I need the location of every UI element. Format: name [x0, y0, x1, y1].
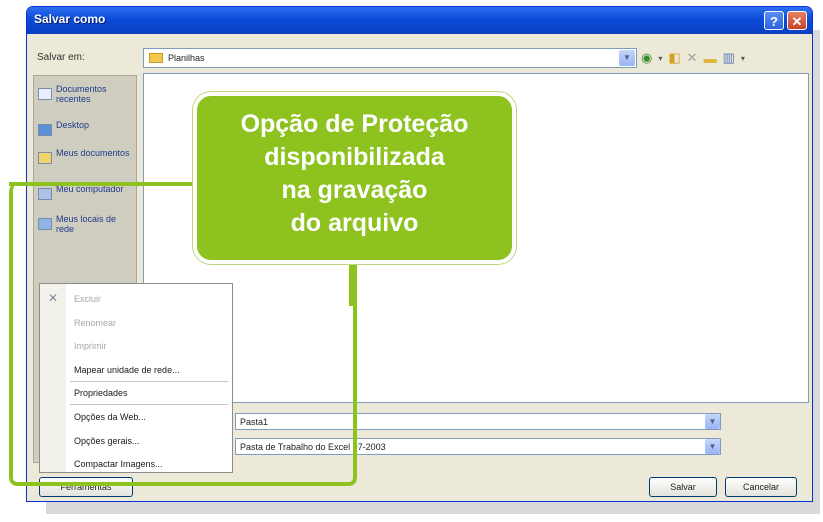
place-label: Documentos recentes [56, 84, 107, 104]
chevron-down-icon[interactable]: ▼ [619, 50, 635, 66]
callout-box: Opção de Proteção disponibilizada na gra… [193, 92, 516, 264]
save-in-label: Salvar em: [37, 52, 85, 63]
folder-icon [149, 53, 163, 63]
callout-connector [349, 262, 354, 306]
callout-line-1: Opção de Proteção [240, 110, 469, 138]
up-folder-icon[interactable]: ◧ [668, 50, 680, 66]
back-icon[interactable]: ◉ [641, 50, 652, 66]
help-button[interactable]: ? [764, 11, 784, 30]
highlight-bracket-top [9, 182, 195, 186]
current-folder-name: Planilhas [168, 53, 205, 63]
callout-line-3: na gravação [281, 176, 428, 204]
callout-line-4: do arquivo [290, 209, 419, 237]
views-dropdown-icon[interactable]: ▾ [741, 54, 745, 63]
back-dropdown-icon[interactable]: ▾ [658, 54, 662, 63]
my-documents-icon [38, 152, 52, 164]
window-shadow-bottom [46, 500, 806, 514]
views-icon[interactable]: ▥ [723, 50, 735, 66]
close-button[interactable]: ✕ [787, 11, 807, 30]
title-bar: Salvar como ? ✕ [27, 7, 812, 34]
file-name-dropdown-icon[interactable]: ▼ [705, 414, 720, 429]
delete-icon[interactable]: ✕ [687, 50, 698, 66]
save-in-combo[interactable]: Planilhas ▼ [143, 48, 637, 68]
dialog-toolbar: ◉ ▾ ◧ ✕ ▬ ▥ ▾ [641, 47, 809, 69]
recent-documents-icon [38, 88, 52, 100]
dialog-title: Salvar como [34, 12, 106, 26]
place-label: Desktop [56, 120, 90, 130]
place-label: Meus documentos [56, 148, 130, 158]
desktop-icon [38, 124, 52, 136]
new-folder-icon[interactable]: ▬ [704, 51, 717, 66]
file-type-dropdown-icon[interactable]: ▼ [705, 439, 720, 454]
save-button[interactable]: Salvar [649, 477, 717, 497]
cancel-button[interactable]: Cancelar [725, 477, 797, 497]
callout-line-2: disponibilizada [264, 143, 445, 171]
